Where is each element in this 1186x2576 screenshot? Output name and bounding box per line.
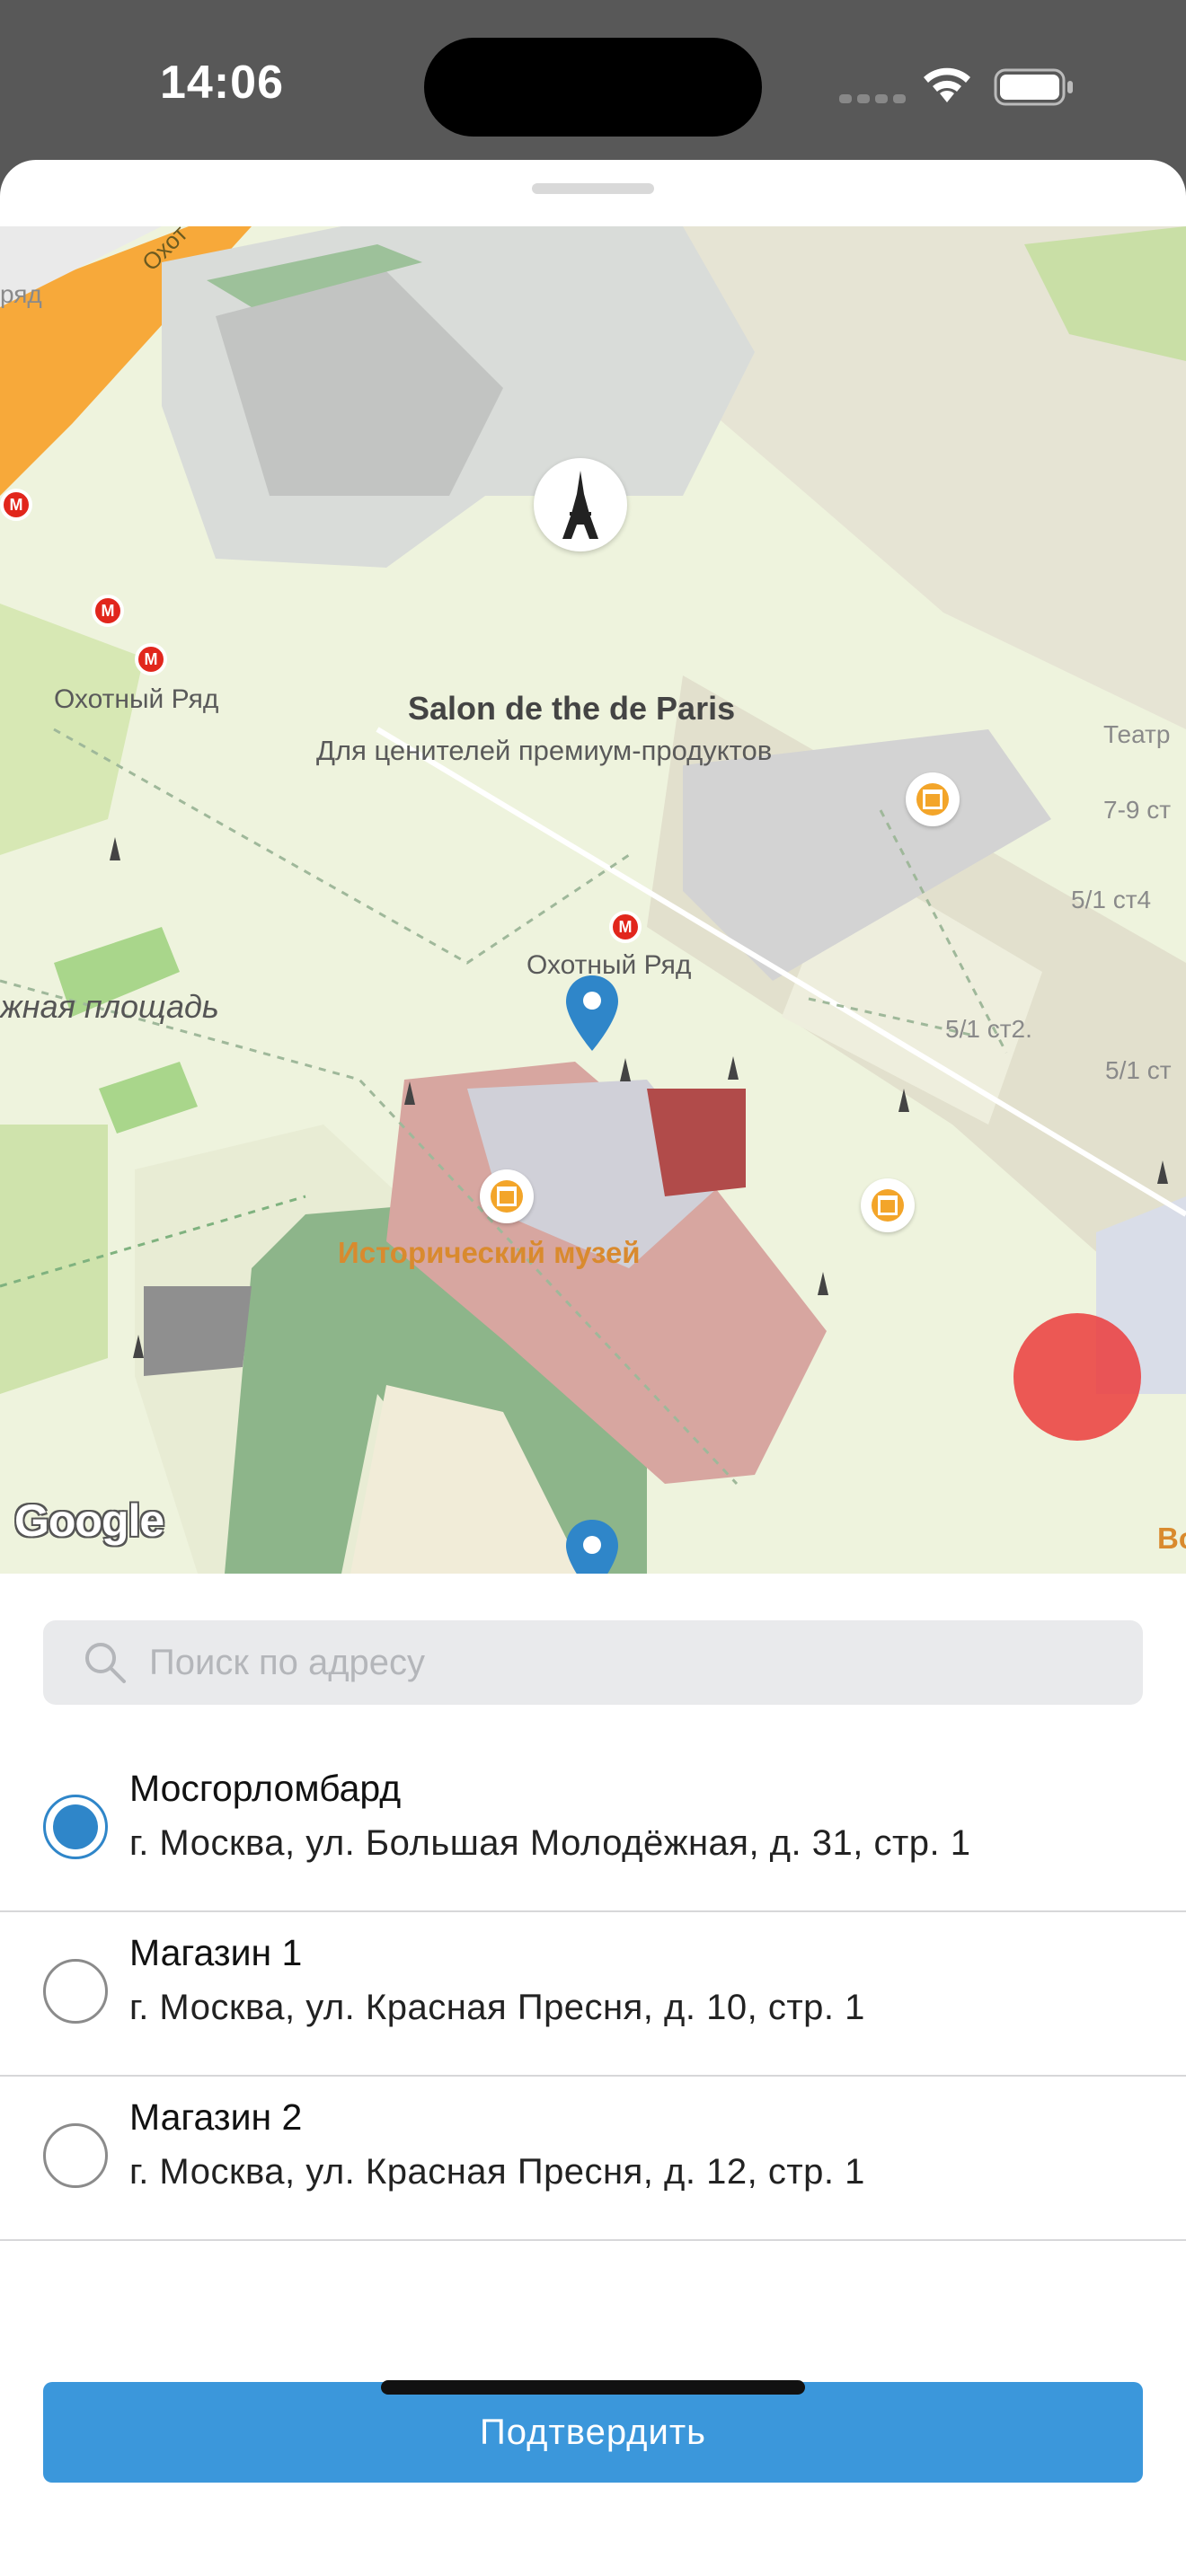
map-label-okhotny-ryad-1: Охотный Ряд: [54, 684, 219, 714]
dynamic-island: [424, 38, 762, 137]
map-label-salon-subtitle: Для ценителей премиум-продуктов: [316, 735, 773, 766]
map-label-building-3: 5/1 ст2.: [945, 1015, 1032, 1043]
status-bar: 14:06: [0, 0, 1186, 162]
metro-icon[interactable]: М: [0, 489, 32, 521]
map-label-building-4: 5/1 ст: [1105, 1056, 1172, 1084]
store-name: Мосгорломбард: [129, 1768, 402, 1809]
sheet-grabber[interactable]: [532, 183, 654, 194]
map-label-ryad: ряд: [0, 280, 42, 308]
metro-icon[interactable]: М: [92, 595, 124, 627]
eiffel-tower-icon[interactable]: [534, 458, 627, 551]
metro-icon[interactable]: М: [135, 643, 167, 675]
store-name: Магазин 1: [129, 1932, 303, 1973]
radio-button[interactable]: [43, 2123, 108, 2188]
map-label-salon-title: Salon de the de Paris: [408, 690, 736, 727]
map-label-building-2: 5/1 ст4: [1071, 886, 1152, 913]
cellular-signal-icon: [839, 92, 911, 108]
google-attribution: Google: [14, 1495, 164, 1546]
map-background: [0, 226, 1186, 1574]
search-input[interactable]: [149, 1620, 1120, 1705]
map-label-teatr: Театр: [1103, 720, 1171, 748]
metro-icon[interactable]: М: [609, 911, 642, 943]
map-label-historical-museum: Исторический музей: [338, 1236, 641, 1269]
map-label-vo: Во: [1157, 1522, 1186, 1555]
home-indicator: [381, 2380, 805, 2395]
radio-button-selected[interactable]: [43, 1795, 108, 1859]
radio-button[interactable]: [43, 1959, 108, 2024]
store-item-mosgorlombard[interactable]: Мосгорломбард г. Москва, ул. Большая Мол…: [0, 1748, 1186, 1912]
confirm-button[interactable]: Подтвердить: [43, 2382, 1143, 2483]
search-bar[interactable]: [43, 1620, 1143, 1705]
store-address: г. Москва, ул. Большая Молодёжная, д. 31…: [129, 1823, 971, 1863]
map-pin-icon[interactable]: [564, 974, 620, 1053]
battery-icon: [994, 68, 1073, 106]
store-name: Магазин 2: [129, 2096, 303, 2138]
search-icon: [85, 1643, 126, 1683]
museum-icon[interactable]: [480, 1169, 534, 1223]
store-address: г. Москва, ул. Красная Пресня, д. 12, ст…: [129, 2152, 865, 2192]
map-pin-icon[interactable]: [564, 1518, 620, 1574]
store-list: Мосгорломбард г. Москва, ул. Большая Мол…: [0, 1748, 1186, 2241]
museum-icon[interactable]: [861, 1178, 915, 1232]
map-view[interactable]: ряд Охот Охотный Ряд Salon de the de Par…: [0, 226, 1186, 1574]
map-label-square: жная площадь: [0, 988, 219, 1025]
store-address: г. Москва, ул. Красная Пресня, д. 10, ст…: [129, 1988, 865, 2027]
status-time: 14:06: [160, 57, 284, 109]
museum-icon[interactable]: [906, 772, 960, 826]
bottom-sheet: ряд Охот Охотный Ряд Salon de the de Par…: [0, 160, 1186, 2576]
wifi-icon: [924, 67, 970, 102]
selected-location-marker[interactable]: [1013, 1313, 1141, 1441]
map-label-building-1: 7-9 ст: [1103, 796, 1172, 824]
store-item-magazin-2[interactable]: Магазин 2 г. Москва, ул. Красная Пресня,…: [0, 2077, 1186, 2241]
store-item-magazin-1[interactable]: Магазин 1 г. Москва, ул. Красная Пресня,…: [0, 1912, 1186, 2077]
